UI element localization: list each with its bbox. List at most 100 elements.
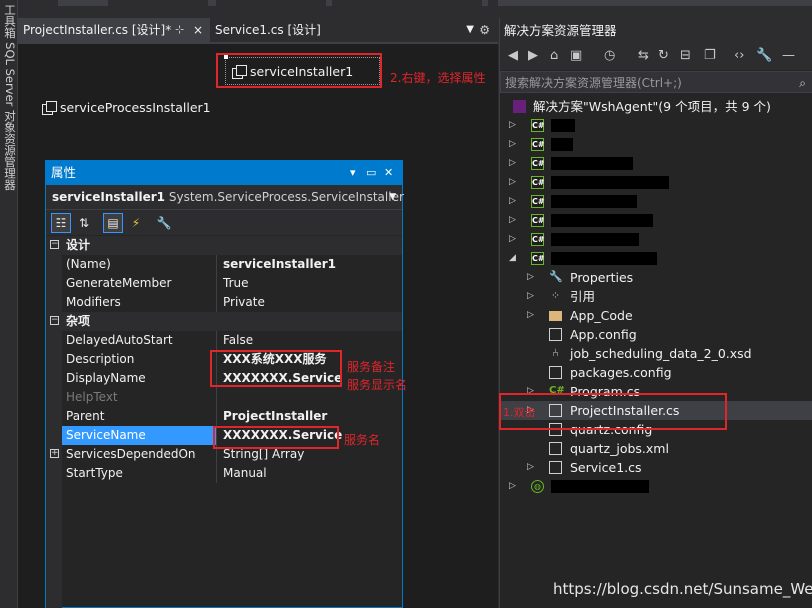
category-label: 设计: [66, 238, 91, 252]
property-name: StartType: [62, 464, 217, 483]
tree-item-app-code[interactable]: ▷ App_Code: [499, 306, 812, 325]
alphabetical-icon[interactable]: ⇅: [74, 213, 94, 233]
property-value[interactable]: [218, 388, 223, 407]
categorized-icon[interactable]: ☷: [51, 213, 71, 233]
collapse-icon[interactable]: −: [50, 240, 59, 249]
expand-icon[interactable]: ▷: [527, 306, 534, 325]
annotation-box-service-name: [213, 426, 339, 449]
preview-icon[interactable]: —: [782, 48, 795, 63]
tree-item-solution[interactable]: 解决方案"WshAgent"(9 个项目，共 9 个): [499, 97, 812, 116]
expand-icon[interactable]: ▷: [527, 458, 534, 477]
redacted-label: [551, 176, 669, 189]
properties-icon[interactable]: ▤: [103, 213, 123, 233]
category-design[interactable]: − 设计: [46, 236, 402, 255]
property-name: DelayedAutoStart: [62, 331, 217, 350]
tree-item-app-config[interactable]: App.config: [499, 325, 812, 344]
property-row[interactable]: Parent ProjectInstaller: [46, 407, 402, 426]
redacted-label: [551, 195, 637, 208]
pin-icon[interactable]: ⊹: [175, 18, 184, 42]
service-process-installer-component[interactable]: serviceProcessInstaller1: [42, 100, 211, 115]
tree-item-references[interactable]: ▷ ⁘ 引用: [499, 287, 812, 306]
properties-title: 属性: [51, 165, 77, 180]
document-tab-bar: ProjectInstaller.cs [设计]* ⊹ × Service1.c…: [18, 18, 498, 42]
tree-item-project[interactable]: ▷ C#: [499, 230, 812, 249]
property-row[interactable]: Modifiers Private: [46, 293, 402, 312]
events-icon[interactable]: ⚡: [126, 213, 146, 233]
property-row[interactable]: StartType Manual: [46, 464, 402, 483]
tree-item-label: job_scheduling_data_2_0.xsd: [570, 346, 752, 361]
property-value[interactable]: Manual: [218, 464, 267, 483]
show-all-files-icon[interactable]: ❐: [704, 48, 716, 63]
expand-icon[interactable]: ▷: [527, 268, 534, 287]
expand-icon[interactable]: ▷: [509, 477, 516, 496]
property-name: HelpText: [62, 388, 217, 407]
property-value[interactable]: serviceInstaller1: [218, 255, 336, 274]
expand-icon[interactable]: ▷: [509, 135, 516, 154]
tree-item-project[interactable]: ▷ C#: [499, 116, 812, 135]
tree-item-web-project[interactable]: ▷ ◍: [499, 477, 812, 496]
left-tool-strip[interactable]: 工具箱 SQL Server 对象资源管理器: [0, 0, 18, 608]
property-row[interactable]: DelayedAutoStart False: [46, 331, 402, 350]
tree-item-project[interactable]: ▷ C#: [499, 173, 812, 192]
tree-item-quartz-jobs[interactable]: quartz_jobs.xml: [499, 439, 812, 458]
expand-icon[interactable]: ▷: [527, 287, 534, 306]
collapse-icon[interactable]: −: [50, 316, 59, 325]
collapse-icon[interactable]: ◢: [509, 249, 516, 268]
tree-item-project-expanded[interactable]: ◢ C#: [499, 249, 812, 268]
tab-dropdown-icon[interactable]: ▼: [466, 18, 474, 42]
chevron-down-icon[interactable]: ▼: [389, 185, 396, 209]
expand-icon[interactable]: ▷: [509, 230, 516, 249]
property-row[interactable]: GenerateMember True: [46, 274, 402, 293]
xml-file-icon: [549, 442, 562, 455]
forward-icon[interactable]: ▶: [528, 48, 538, 63]
category-label: 杂项: [66, 314, 91, 328]
sync-icon[interactable]: ⇆: [638, 48, 649, 63]
expand-icon[interactable]: ▷: [509, 173, 516, 192]
expand-icon[interactable]: ▷: [509, 154, 516, 173]
home-icon[interactable]: ⌂: [550, 48, 558, 63]
expand-icon[interactable]: ▷: [509, 211, 516, 230]
property-row[interactable]: (Name) serviceInstaller1: [46, 255, 402, 274]
view-code-icon[interactable]: ‹›: [734, 48, 744, 63]
expand-icon[interactable]: ▷: [509, 192, 516, 211]
property-value[interactable]: True: [218, 274, 249, 293]
close-icon[interactable]: ×: [193, 18, 203, 42]
tree-item-project[interactable]: ▷ C#: [499, 192, 812, 211]
close-icon[interactable]: ✕: [384, 161, 393, 185]
gear-icon[interactable]: ⚙: [479, 18, 490, 42]
tree-item-service1-cs[interactable]: ▷ Service1.cs: [499, 458, 812, 477]
vs-icon[interactable]: ▣: [570, 48, 582, 63]
back-icon[interactable]: ◀: [508, 48, 518, 63]
expand-icon[interactable]: +: [50, 449, 59, 458]
object-selector[interactable]: serviceInstaller1 System.ServiceProcess.…: [46, 185, 404, 209]
search-icon[interactable]: ⌕: [799, 72, 806, 94]
tab-label: Service1.cs [设计]: [215, 23, 321, 37]
category-misc[interactable]: − 杂项: [46, 312, 402, 331]
tree-item-project[interactable]: ▷ C#: [499, 154, 812, 173]
tab-projectinstaller-design[interactable]: ProjectInstaller.cs [设计]* ⊹ ×: [18, 18, 210, 42]
refresh-icon[interactable]: ↻: [658, 48, 669, 63]
tab-service1-design[interactable]: Service1.cs [设计] ▼ ⚙: [210, 18, 498, 42]
window-position-icon[interactable]: ▾: [350, 161, 356, 185]
property-pages-icon[interactable]: 🔧: [154, 213, 174, 233]
solution-search-input[interactable]: 搜索解决方案资源管理器(Ctrl+;) ⌕: [500, 71, 812, 93]
redacted-label: [551, 138, 573, 151]
left-strip-label[interactable]: 工具箱 SQL Server 对象资源管理器: [2, 4, 18, 190]
property-value[interactable]: ProjectInstaller: [218, 407, 327, 426]
expand-icon[interactable]: ▷: [509, 116, 516, 135]
property-value[interactable]: Private: [218, 293, 265, 312]
tree-item-properties[interactable]: ▷ 🔧 Properties: [499, 268, 812, 287]
tree-item-xsd[interactable]: ⑃ job_scheduling_data_2_0.xsd: [499, 344, 812, 363]
solution-explorer-title[interactable]: 解决方案资源管理器: [500, 18, 812, 44]
properties-icon[interactable]: 🔧: [756, 48, 772, 63]
pending-changes-icon[interactable]: ◷: [604, 48, 615, 63]
collapse-all-icon[interactable]: ⊟: [680, 48, 691, 63]
csharp-project-icon: C#: [531, 157, 545, 170]
properties-title-bar[interactable]: 属性 ▾ ▭ ✕: [46, 161, 402, 185]
tree-item-project[interactable]: ▷ C#: [499, 135, 812, 154]
maximize-icon[interactable]: ▭: [366, 161, 376, 185]
tree-item-project[interactable]: ▷ C#: [499, 211, 812, 230]
tree-item-packages-config[interactable]: packages.config: [499, 363, 812, 382]
object-name: serviceInstaller1: [52, 190, 166, 204]
property-value[interactable]: False: [218, 331, 253, 350]
